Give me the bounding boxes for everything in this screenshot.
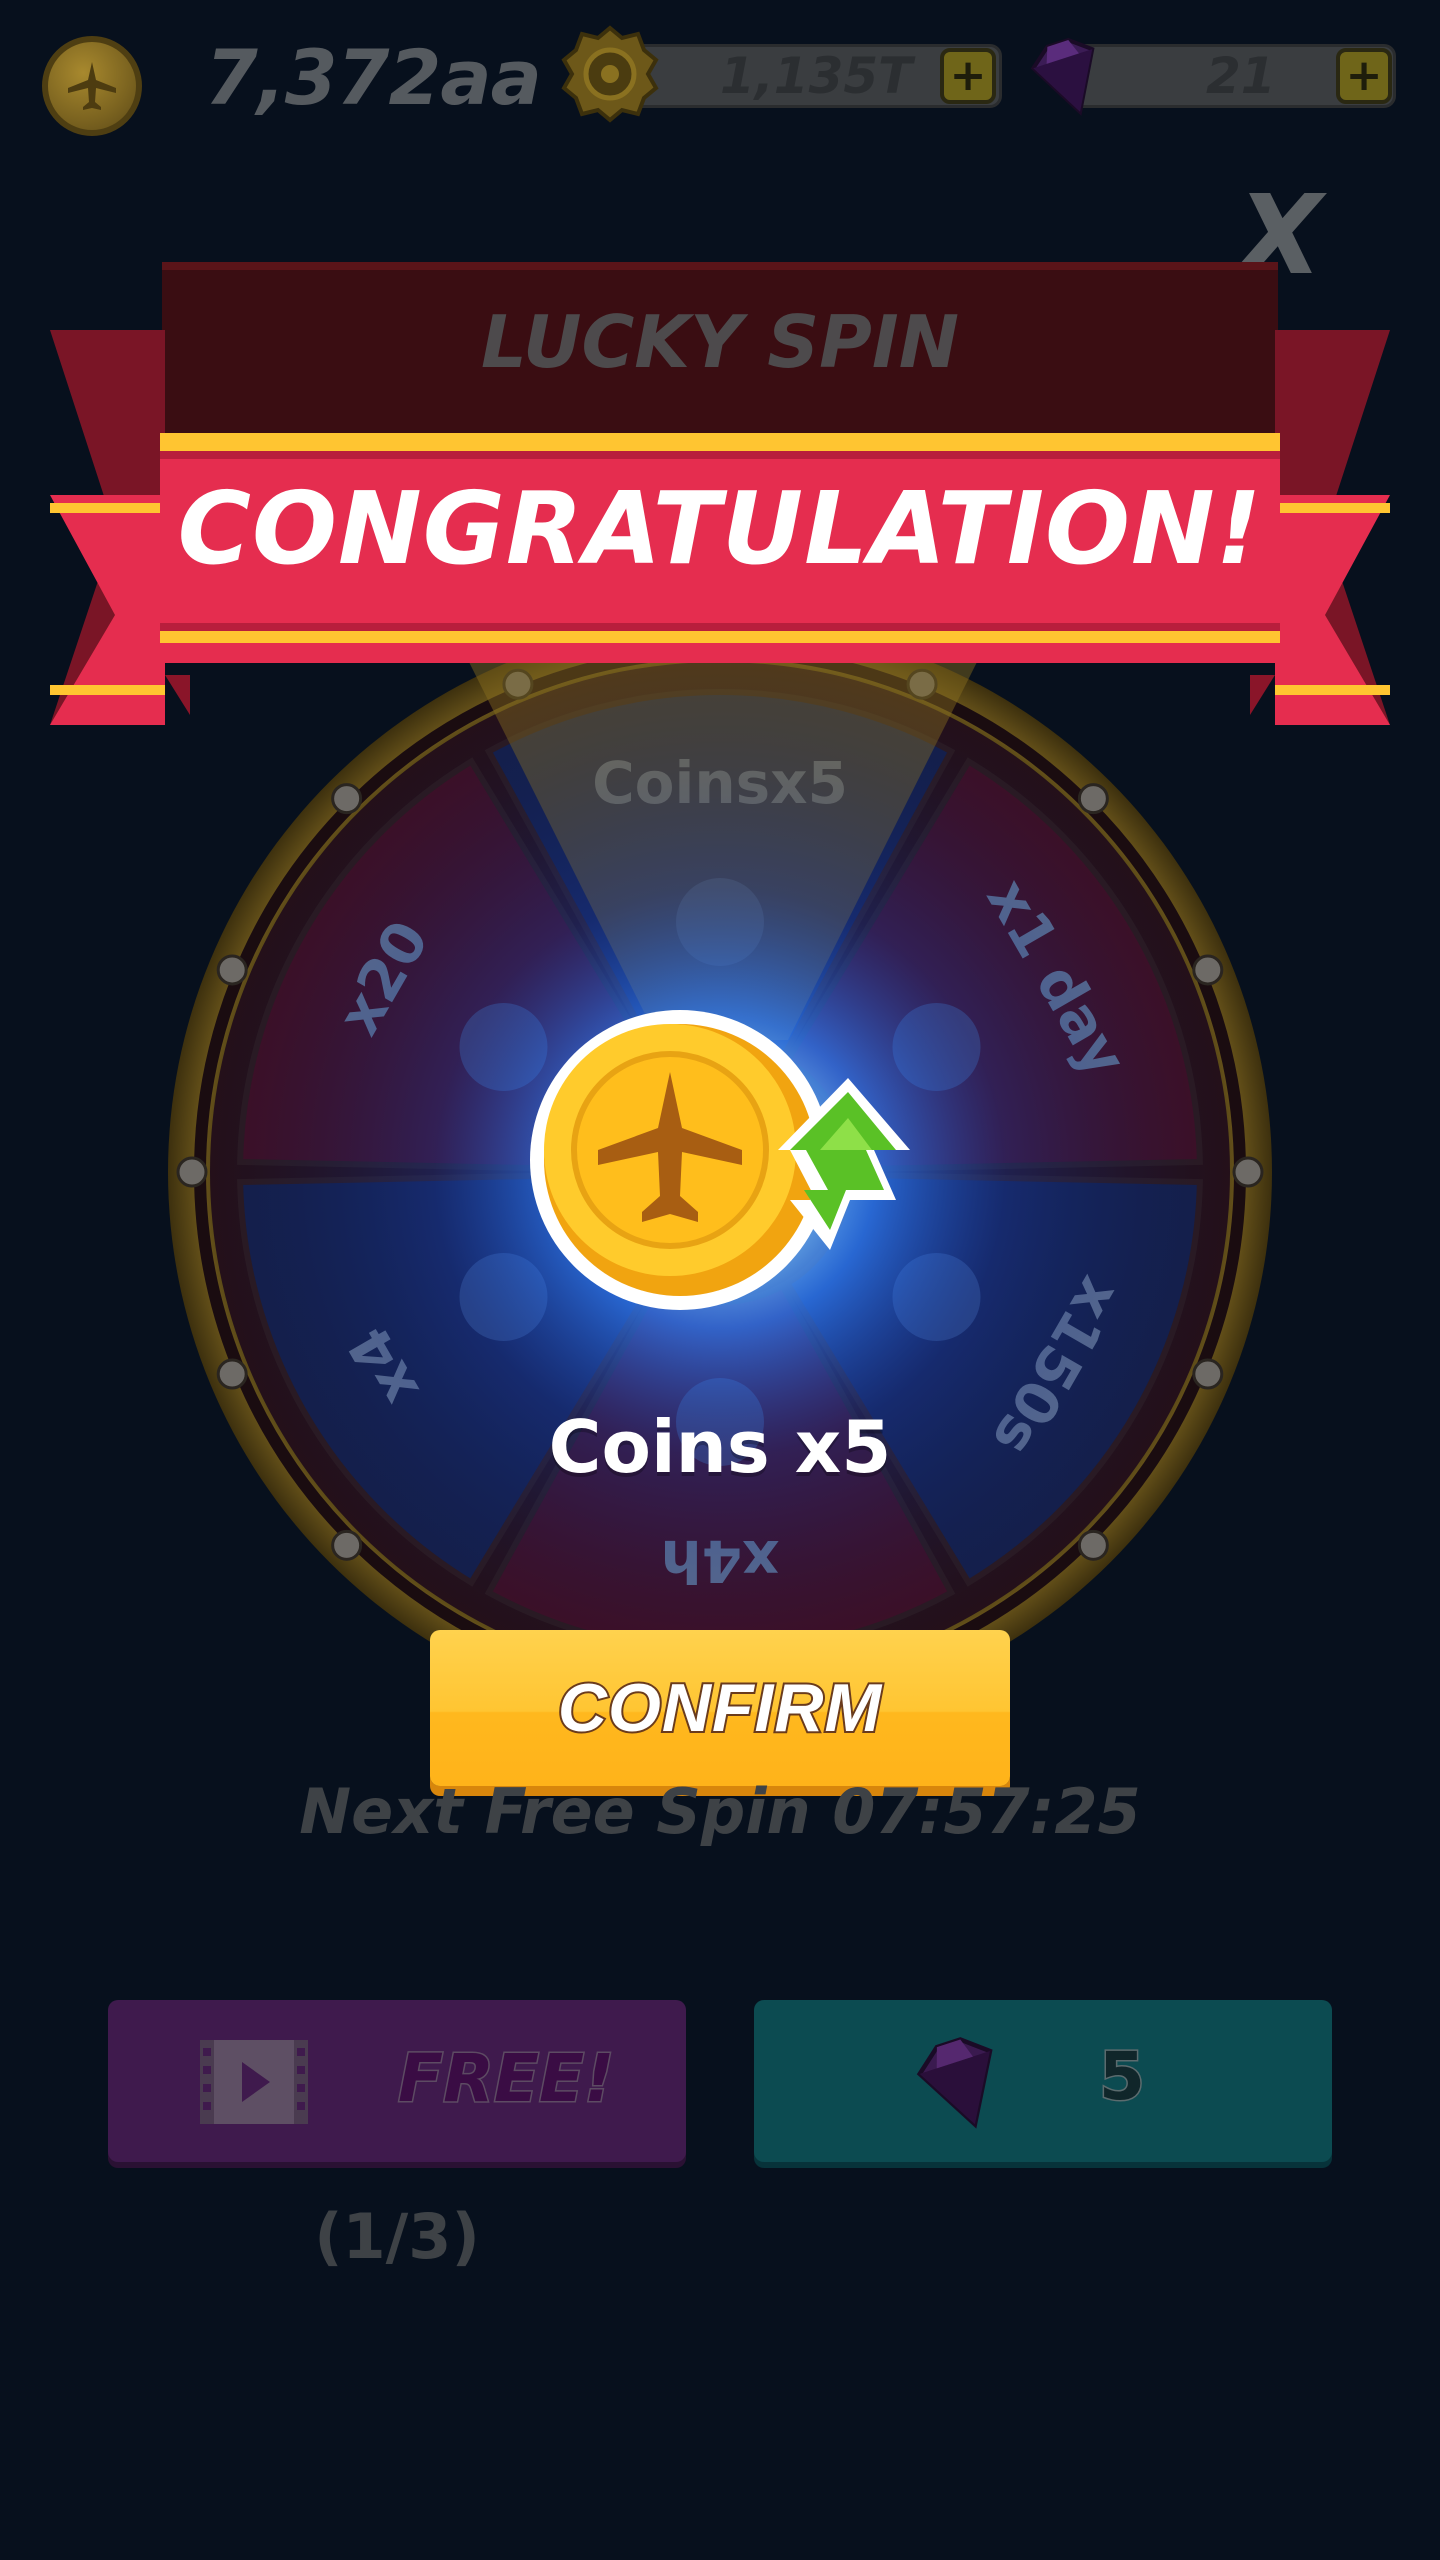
gem-icon bbox=[1018, 28, 1118, 128]
ticket-badge-icon bbox=[560, 24, 660, 124]
gem-cost: 5 bbox=[1098, 2037, 1147, 2117]
coins-amount: 7,372aa bbox=[205, 33, 542, 122]
coin-airplane-icon bbox=[42, 36, 142, 136]
gems-amount: 21 bbox=[1206, 47, 1276, 105]
video-icon bbox=[200, 2040, 308, 2124]
add-tickets-button[interactable]: + bbox=[940, 48, 996, 104]
currency-bar: 7,372aa 1,135T + 21 + bbox=[0, 0, 1440, 160]
free-spin-count: (1/3) bbox=[314, 2200, 480, 2273]
add-gems-button[interactable]: + bbox=[1336, 48, 1392, 104]
gem-spin-button[interactable]: 5 bbox=[754, 2000, 1332, 2162]
gem-icon bbox=[916, 2037, 993, 2129]
free-spin-label: FREE! bbox=[396, 2039, 615, 2119]
tickets-amount: 1,135T bbox=[720, 47, 913, 105]
prize-label: Coins x5 bbox=[548, 1405, 892, 1489]
coin-airplane-boost-icon bbox=[530, 1010, 910, 1310]
confirm-label: CONFIRM bbox=[556, 1668, 883, 1748]
free-spin-button[interactable]: FREE! bbox=[108, 2000, 686, 2162]
congratulation-title: CONGRATULATION! bbox=[177, 470, 1263, 587]
next-free-spin-timer: Next Free Spin 07:57:25 bbox=[299, 1775, 1141, 1848]
confirm-button[interactable]: CONFIRM bbox=[430, 1630, 1010, 1786]
